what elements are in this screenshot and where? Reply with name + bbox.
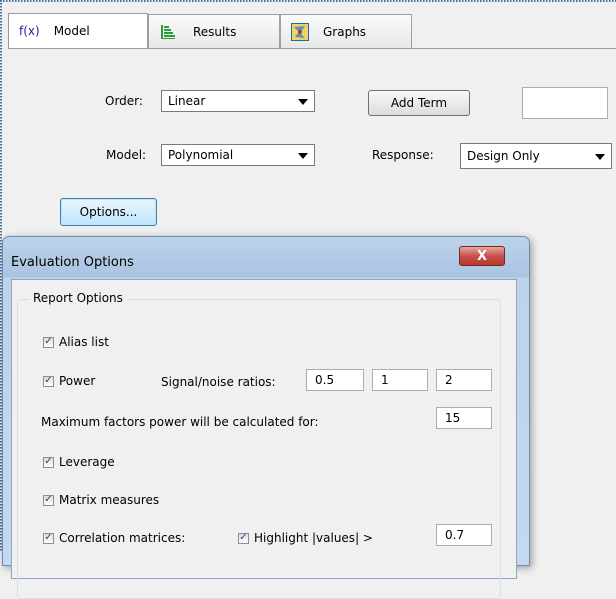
close-icon: X <box>476 248 488 264</box>
evaluation-options-dialog: Evaluation Options X Report Options ✓ Al… <box>2 236 530 599</box>
max-factors-field[interactable]: 15 <box>436 407 492 429</box>
chevron-down-icon <box>298 153 308 159</box>
leverage-checkbox[interactable]: ✓ Leverage <box>43 455 115 469</box>
graphs-icon <box>291 22 309 41</box>
report-options-title: Report Options <box>29 291 127 305</box>
tabs-divider <box>8 48 616 49</box>
response-label: Response: <box>372 148 434 162</box>
close-button[interactable]: X <box>459 246 505 266</box>
signal-noise-field-1[interactable]: 0.5 <box>306 369 364 391</box>
dialog-title: Evaluation Options <box>11 255 134 270</box>
response-dropdown-value: Design Only <box>467 149 540 163</box>
tab-graphs[interactable]: Graphs <box>280 14 412 48</box>
checkmark-icon: ✓ <box>44 456 53 467</box>
checkmark-icon: ✓ <box>44 532 53 543</box>
response-dropdown[interactable]: Design Only <box>460 143 612 169</box>
chevron-down-icon <box>298 99 308 105</box>
signal-noise-label: Signal/noise ratios: <box>161 375 276 389</box>
model-dropdown-value: Polynomial <box>168 148 234 162</box>
chevron-down-icon <box>595 154 605 160</box>
checkmark-icon: ✓ <box>239 532 248 543</box>
leverage-label: Leverage <box>59 455 115 469</box>
tab-model-label: Model <box>53 24 90 38</box>
order-dropdown[interactable]: Linear <box>161 90 315 112</box>
checkmark-icon: ✓ <box>44 336 53 347</box>
checkbox-box: ✓ <box>43 494 54 506</box>
tab-model[interactable]: f(x) Model <box>8 13 148 49</box>
checkbox-box: ✓ <box>43 532 54 544</box>
checkmark-icon: ✓ <box>44 375 53 386</box>
highlight-label: Highlight |values| > <box>254 531 373 545</box>
alias-list-checkbox[interactable]: ✓ Alias list <box>43 335 109 349</box>
power-checkbox[interactable]: ✓ Power <box>43 374 95 388</box>
correlation-matrices-checkbox[interactable]: ✓ Correlation matrices: <box>43 531 185 545</box>
signal-noise-field-3[interactable]: 2 <box>436 369 492 391</box>
add-term-button[interactable]: Add Term <box>368 90 470 116</box>
checkbox-box: ✓ <box>43 375 54 387</box>
correlation-matrices-label: Correlation matrices: <box>59 531 186 545</box>
highlight-threshold-field[interactable]: 0.7 <box>436 524 492 546</box>
checkmark-icon: ✓ <box>44 494 53 505</box>
model-dropdown[interactable]: Polynomial <box>161 144 315 166</box>
fx-icon: f(x) <box>19 24 40 38</box>
checkbox-box: ✓ <box>238 532 249 544</box>
results-icon <box>159 23 177 41</box>
alias-list-label: Alias list <box>59 335 109 349</box>
highlight-checkbox[interactable]: ✓ Highlight |values| > <box>238 531 373 545</box>
add-term-field[interactable] <box>522 87 608 119</box>
tab-graphs-label: Graphs <box>323 24 367 39</box>
matrix-measures-label: Matrix measures <box>59 493 160 507</box>
model-label: Model: <box>106 148 147 162</box>
options-button[interactable]: Options... <box>60 198 157 226</box>
max-factors-label: Maximum factors power will be calculated… <box>41 415 319 429</box>
window-border-top <box>0 0 616 2</box>
matrix-measures-checkbox[interactable]: ✓ Matrix measures <box>43 493 159 507</box>
order-label: Order: <box>105 94 143 108</box>
checkbox-box: ✓ <box>43 456 54 468</box>
tab-results-label: Results <box>193 24 237 39</box>
checkbox-box: ✓ <box>43 336 54 348</box>
order-dropdown-value: Linear <box>168 94 206 108</box>
tab-results[interactable]: Results <box>148 14 280 48</box>
power-label: Power <box>59 374 96 388</box>
signal-noise-field-2[interactable]: 1 <box>372 369 428 391</box>
